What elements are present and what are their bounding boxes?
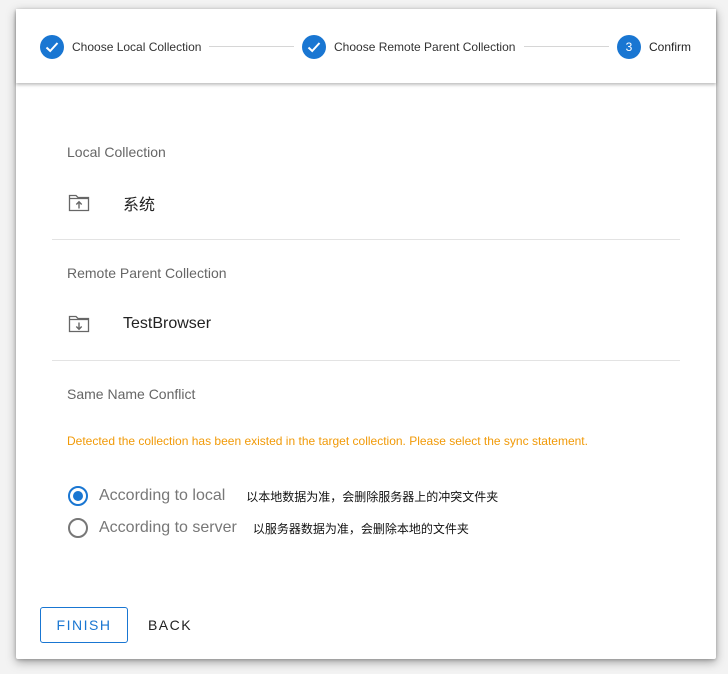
step-number: 3 (617, 34, 641, 59)
step-label: Confirm (649, 39, 692, 54)
conflict-warning: Detected the collection has been existed… (67, 434, 588, 448)
local-collection-title: Local Collection (67, 144, 166, 160)
finish-button[interactable]: FINISH (40, 607, 128, 643)
step-connector (209, 46, 294, 47)
radio-description: 以本地数据为准，会删除服务器上的冲突文件夹 (246, 489, 499, 504)
check-icon (40, 34, 64, 59)
step-choose-remote[interactable]: Choose Remote Parent Collection (302, 34, 515, 59)
sync-dialog: Choose Local Collection Choose Remote Pa… (16, 9, 716, 659)
divider (52, 239, 680, 240)
stepper: Choose Local Collection Choose Remote Pa… (16, 9, 716, 83)
remote-collection-item: TestBrowser (67, 312, 211, 336)
check-icon (302, 34, 326, 59)
local-collection-item: 系统 (67, 191, 155, 215)
conflict-title: Same Name Conflict (67, 386, 196, 402)
radio-label[interactable]: According to local (99, 487, 225, 505)
radio-button-server[interactable] (68, 518, 88, 538)
step-choose-local[interactable]: Choose Local Collection (40, 34, 201, 59)
radio-description: 以服务器数据为准，会删除本地的文件夹 (252, 521, 469, 536)
step-label: Choose Remote Parent Collection (334, 39, 516, 54)
radio-option-server[interactable]: According to server 以服务器数据为准，会删除本地的文件夹 (68, 518, 469, 538)
local-collection-name: 系统 (123, 195, 156, 214)
radio-label[interactable]: According to server (99, 519, 237, 537)
radio-button-local[interactable] (68, 486, 88, 506)
step-connector (524, 46, 609, 47)
divider (52, 360, 680, 361)
folder-upload-icon (67, 191, 91, 215)
folder-download-icon (67, 312, 91, 336)
remote-collection-name: TestBrowser (123, 315, 212, 332)
remote-collection-title: Remote Parent Collection (67, 265, 227, 281)
back-button[interactable]: BACK (136, 607, 204, 643)
radio-option-local[interactable]: According to local 以本地数据为准，会删除服务器上的冲突文件夹 (68, 486, 498, 506)
step-confirm[interactable]: 3 Confirm (617, 34, 691, 59)
step-label: Choose Local Collection (72, 39, 202, 54)
